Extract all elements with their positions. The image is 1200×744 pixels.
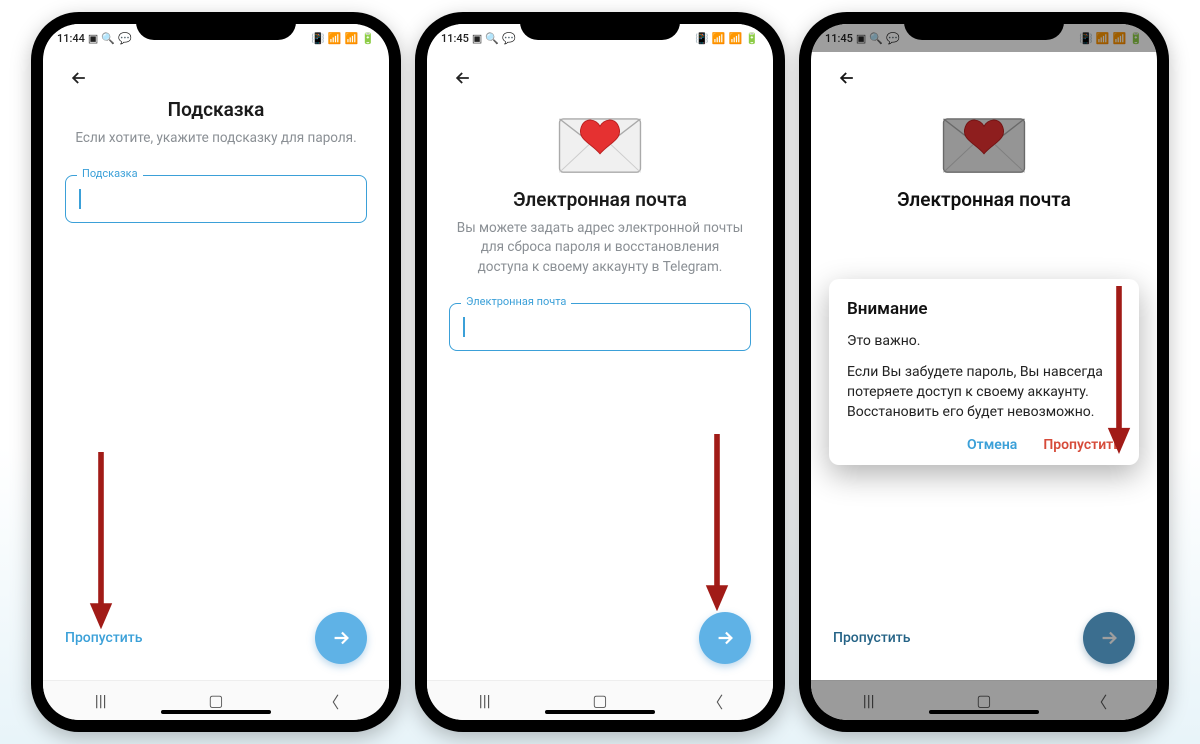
bottom-row: Пропустить — [427, 612, 773, 664]
vibrate-icon: 📳 — [695, 32, 709, 45]
next-fab[interactable] — [315, 612, 367, 664]
wifi-icon: 📶 — [712, 32, 726, 45]
notch — [136, 12, 296, 40]
warning-dialog: Внимание Это важно. Если Вы забудете пар… — [829, 279, 1139, 464]
content-area: Электронная почта Вы можете задать адрес… — [427, 52, 773, 680]
battery-icon: 🔋 — [361, 32, 375, 45]
dialog-text-2: Если Вы забудете пароль, Вы навсегда пот… — [847, 362, 1121, 423]
phone-frame-1: 11:44 ▣ 🔍 💬 📳 📶 📶 🔋 Подсказка Если хотит… — [31, 12, 401, 732]
android-navbar: ||| ▢ 〈 — [427, 680, 773, 720]
android-navbar: ||| ▢ 〈 — [43, 680, 389, 720]
notch — [520, 12, 680, 40]
vibrate-icon: 📳 — [311, 32, 325, 45]
home-button[interactable]: ▢ — [201, 691, 231, 710]
dialog-text-1: Это важно. — [847, 331, 1121, 351]
page-subtitle: Если хотите, укажите подсказку для парол… — [65, 129, 367, 149]
page-title: Подсказка — [65, 98, 367, 121]
phone-frame-2: 11:45 ▣ 🔍 💬 📳 📶 📶 🔋 — [415, 12, 785, 732]
text-cursor — [79, 189, 81, 209]
page-subtitle: Вы можете задать адрес электронной почты… — [449, 219, 751, 278]
status-right: 📳 📶 📶 🔋 — [695, 32, 759, 45]
annotation-arrow-icon — [87, 452, 115, 629]
hint-field-label: Подсказка — [77, 167, 143, 180]
back-button[interactable] — [65, 64, 93, 92]
email-field-wrap: Электронная почта — [449, 303, 751, 351]
screen-2: 11:45 ▣ 🔍 💬 📳 📶 📶 🔋 — [427, 24, 773, 720]
gallery-icon: ▣ — [88, 32, 98, 45]
bottom-row: Пропустить — [43, 612, 389, 664]
back-nav-button[interactable]: 〈 — [316, 689, 346, 713]
hint-field-wrap: Подсказка — [65, 175, 367, 223]
status-left: 11:45 ▣ 🔍 💬 — [441, 32, 516, 45]
home-button[interactable]: ▢ — [585, 691, 615, 710]
wifi-icon: 📶 — [328, 32, 342, 45]
text-cursor — [463, 317, 465, 337]
content-area: Подсказка Если хотите, укажите подсказку… — [43, 52, 389, 680]
home-indicator — [161, 710, 271, 714]
skip-button[interactable]: Пропустить — [65, 630, 142, 646]
envelope-heart-icon — [554, 106, 646, 180]
dialog-overlay: Внимание Это важно. Если Вы забудете пар… — [811, 24, 1157, 720]
clock: 11:45 — [441, 32, 469, 45]
recent-apps-button[interactable]: ||| — [470, 691, 500, 710]
back-nav-button[interactable]: 〈 — [700, 689, 730, 713]
home-indicator — [545, 710, 655, 714]
next-fab[interactable] — [699, 612, 751, 664]
signal-icon: 📶 — [729, 32, 743, 45]
signal-icon: 📶 — [345, 32, 359, 45]
screen-1: 11:44 ▣ 🔍 💬 📳 📶 📶 🔋 Подсказка Если хотит… — [43, 24, 389, 720]
chat-icon: 💬 — [118, 32, 132, 45]
phone-frame-3: 11:45 ▣ 🔍 💬 📳 📶 📶 🔋 — [799, 12, 1169, 732]
search-icon: 🔍 — [101, 32, 115, 45]
hint-input[interactable] — [65, 175, 367, 223]
dialog-title: Внимание — [847, 299, 1121, 319]
clock: 11:44 — [57, 32, 85, 45]
back-button[interactable] — [449, 64, 477, 92]
recent-apps-button[interactable]: ||| — [86, 691, 116, 710]
screen-3: 11:45 ▣ 🔍 💬 📳 📶 📶 🔋 — [811, 24, 1157, 720]
notch — [904, 12, 1064, 40]
email-input[interactable] — [449, 303, 751, 351]
dialog-confirm-button[interactable]: Пропустить — [1043, 437, 1121, 453]
page-title: Электронная почта — [449, 188, 751, 211]
dialog-actions: Отмена Пропустить — [847, 437, 1121, 453]
chat-icon: 💬 — [502, 32, 516, 45]
gallery-icon: ▣ — [472, 32, 482, 45]
battery-icon: 🔋 — [745, 32, 759, 45]
status-left: 11:44 ▣ 🔍 💬 — [57, 32, 132, 45]
annotation-arrow-icon — [703, 434, 731, 611]
dialog-cancel-button[interactable]: Отмена — [967, 437, 1017, 453]
search-icon: 🔍 — [485, 32, 499, 45]
email-field-label: Электронная почта — [461, 295, 571, 308]
status-right: 📳 📶 📶 🔋 — [311, 32, 375, 45]
